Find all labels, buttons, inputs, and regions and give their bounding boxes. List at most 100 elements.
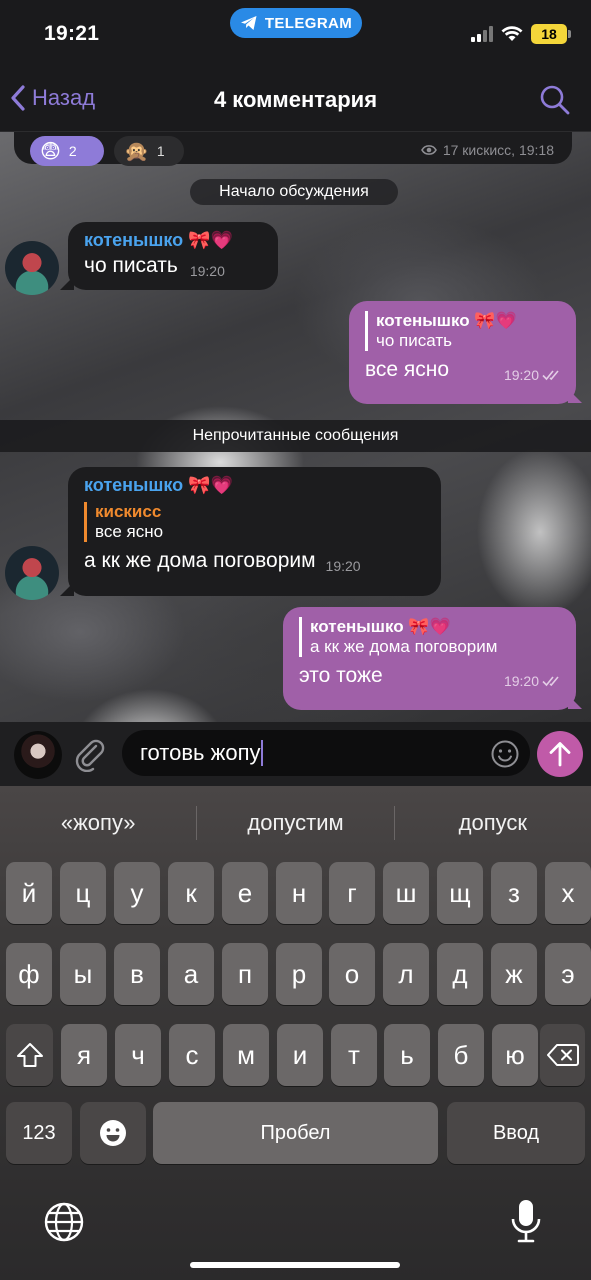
discussion-start-label: Начало обсуждения [190, 179, 398, 205]
message-text: это тоже [299, 664, 383, 687]
key-ф[interactable]: ф [6, 943, 52, 1005]
sender-name[interactable]: котенышко 🎀💗 [84, 230, 264, 251]
backspace-key[interactable] [540, 1024, 585, 1086]
double-check-icon [542, 676, 559, 687]
dictation-key[interactable] [510, 1198, 542, 1249]
reply-quote[interactable]: котенышко 🎀💗 а кк же дома поговорим [299, 617, 562, 657]
key-р[interactable]: р [276, 943, 322, 1005]
reaction-count: 2 [68, 143, 77, 159]
message-input-value: готовь жопу [140, 740, 261, 765]
key-з[interactable]: з [491, 862, 537, 924]
reaction-chip[interactable]: 😨 2 [30, 136, 104, 166]
key-н[interactable]: н [276, 862, 322, 924]
message-bubble[interactable]: котенышко 🎀💗 чо писать все ясно 19:20 [349, 301, 576, 404]
wifi-icon [501, 26, 523, 41]
reply-sender: котенышко 🎀💗 [376, 311, 517, 330]
key-м[interactable]: м [223, 1024, 269, 1086]
message-bubble[interactable]: котенышко 🎀💗 чо писать 19:20 [68, 222, 278, 290]
numbers-key[interactable]: 123 [6, 1102, 72, 1164]
message-bubble[interactable]: котенышко 🎀💗 кискисс все ясно а кк же до… [68, 467, 441, 596]
telegram-plane-icon [240, 16, 257, 30]
reply-quote[interactable]: котенышко 🎀💗 чо писать [365, 311, 562, 351]
paperclip-icon [75, 739, 105, 773]
key-и[interactable]: и [277, 1024, 323, 1086]
backspace-icon [546, 1044, 579, 1066]
key-о[interactable]: о [329, 943, 375, 1005]
shift-key[interactable] [6, 1024, 53, 1086]
message-time: 19:20 [503, 367, 539, 383]
sticker-button[interactable] [490, 739, 520, 774]
microphone-icon [511, 1200, 541, 1243]
message-input[interactable]: готовь жопу [122, 730, 530, 776]
home-indicator [190, 1262, 400, 1268]
space-key[interactable]: Пробел [153, 1102, 438, 1164]
send-as-avatar[interactable] [14, 731, 62, 779]
message-time: 19:20 [503, 673, 539, 689]
avatar[interactable] [5, 241, 59, 295]
reply-text: все ясно [95, 522, 164, 541]
key-ы[interactable]: ы [60, 943, 106, 1005]
key-ю[interactable]: ю [492, 1024, 538, 1086]
composer-bar: готовь жопу [0, 722, 591, 786]
suggestion-item[interactable]: допуск [395, 810, 591, 836]
key-е[interactable]: е [222, 862, 268, 924]
reaction-chip[interactable]: 🙊 1 [114, 136, 184, 166]
reply-quote[interactable]: кискисс все ясно [84, 502, 427, 542]
key-д[interactable]: д [437, 943, 483, 1005]
key-в[interactable]: в [114, 943, 160, 1005]
chat-area[interactable]: 😨 2 🙊 1 17 кискисс, 19:18 Начало обсужде… [0, 132, 591, 722]
suggestion-item[interactable]: допустим [197, 810, 393, 836]
send-button[interactable] [537, 731, 583, 777]
suggestion-bar: «жопу» допустим допуск [0, 786, 591, 860]
message-text: а кк же дома поговорим [84, 549, 316, 572]
key-я[interactable]: я [61, 1024, 107, 1086]
key-ч[interactable]: ч [115, 1024, 161, 1086]
key-л[interactable]: л [383, 943, 429, 1005]
sender-name[interactable]: котенышко 🎀💗 [84, 475, 427, 496]
search-button[interactable] [539, 84, 571, 121]
reply-text: а кк же дома поговорим [310, 637, 498, 656]
post-views-meta: 17 кискисс, 19:18 [420, 142, 554, 158]
message-text: все ясно [365, 358, 450, 381]
key-ж[interactable]: ж [491, 943, 537, 1005]
attach-button[interactable] [72, 736, 108, 777]
return-key[interactable]: Ввод [447, 1102, 585, 1164]
reaction-count: 1 [156, 143, 165, 159]
globe-key[interactable] [44, 1202, 84, 1247]
double-check-icon [542, 370, 559, 381]
avatar[interactable] [5, 546, 59, 600]
key-ш[interactable]: ш [383, 862, 429, 924]
views-text: 17 кискисс, 19:18 [442, 142, 554, 158]
emoji-key[interactable] [80, 1102, 146, 1164]
key-к[interactable]: к [168, 862, 214, 924]
key-т[interactable]: т [331, 1024, 377, 1086]
key-щ[interactable]: щ [437, 862, 483, 924]
key-б[interactable]: б [438, 1024, 484, 1086]
status-icons: 18 [471, 24, 571, 44]
telegram-return-pill[interactable]: TELEGRAM [230, 8, 362, 38]
key-э[interactable]: э [545, 943, 591, 1005]
key-а[interactable]: а [168, 943, 214, 1005]
suggestion-item[interactable]: «жопу» [0, 810, 196, 836]
unread-messages-divider: Непрочитанные сообщения [0, 420, 591, 452]
search-icon [540, 85, 570, 115]
reaction-emoji: 😨 [40, 140, 61, 163]
key-ц[interactable]: ц [60, 862, 106, 924]
emoji-icon [100, 1120, 126, 1146]
key-у[interactable]: у [114, 862, 160, 924]
key-с[interactable]: с [169, 1024, 215, 1086]
battery-icon: 18 [531, 24, 571, 44]
text-caret [261, 740, 264, 766]
key-п[interactable]: п [222, 943, 268, 1005]
globe-icon [44, 1202, 84, 1242]
key-ь[interactable]: ь [384, 1024, 430, 1086]
status-bar: 19:21 TELEGRAM 18 [0, 0, 591, 70]
key-х[interactable]: х [545, 862, 591, 924]
reaction-emoji: 🙊 [124, 140, 149, 163]
key-й[interactable]: й [6, 862, 52, 924]
cellular-signal-icon [471, 26, 493, 42]
key-г[interactable]: г [329, 862, 375, 924]
nav-bar: Назад 4 комментария [0, 70, 591, 132]
message-bubble[interactable]: котенышко 🎀💗 а кк же дома поговорим это … [283, 607, 576, 710]
reply-text: чо писать [376, 331, 452, 350]
